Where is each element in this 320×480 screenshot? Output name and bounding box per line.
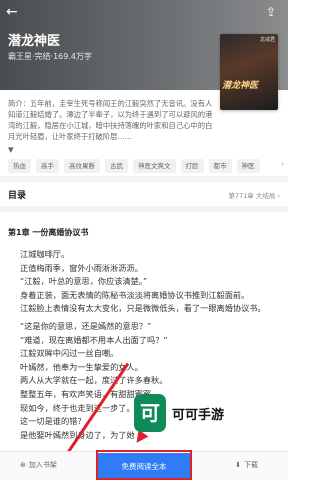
content-line: 两人从大学就在一起，度过了许多春秋。: [20, 375, 168, 386]
content-line: 江毅脸上表情没有太大变化，只是微微低头，看了一眼离婚协议书。: [20, 303, 266, 314]
section-divider: [0, 176, 288, 182]
cover-author: 龙咸君: [259, 37, 275, 43]
tags-more-icon[interactable]: ›: [281, 160, 284, 168]
download-icon: ⬇: [235, 461, 241, 469]
section-divider: [0, 206, 288, 212]
add-shelf-icon: ⊕: [20, 461, 26, 469]
catalog-latest-chapter[interactable]: 第771章 大结局 ›: [228, 190, 280, 200]
back-arrow-icon[interactable]: ←: [6, 4, 22, 20]
content-line: “难道，现在离婚都不用本人出面了吗？”: [20, 334, 168, 345]
expand-intro-icon[interactable]: ▼: [8, 145, 14, 154]
tag-item[interactable]: 神医文爽文: [133, 159, 176, 173]
tag-item[interactable]: 高纹果断: [64, 159, 100, 173]
tag-item[interactable]: 高手: [36, 159, 59, 173]
download-label: 下载: [244, 461, 258, 469]
highlight-box: [96, 450, 192, 480]
add-to-shelf-button[interactable]: ⊕ 加入书架: [20, 460, 57, 470]
book-title: 潜龙神医: [8, 34, 61, 49]
tag-item[interactable]: 古武: [105, 159, 128, 173]
book-intro: 简介：五年前，圭宰生死号称阎王的江毅突然了无音讯。没有人知道江毅结婚了。潭边了半…: [8, 99, 213, 141]
chapter-title: 第1章 一份离婚协议书: [8, 228, 89, 237]
content-line: 叶嫣然，他奉为一生挚爱的女人。: [20, 361, 143, 372]
share-icon[interactable]: ⇪: [266, 4, 282, 20]
add-shelf-label: 加入书架: [28, 461, 57, 469]
book-cover-image[interactable]: 龙咸君 潜龙神医: [220, 34, 278, 110]
content-line: 正值梅雨季，窗外小雨淅淅沥沥。: [20, 262, 143, 273]
cover-title: 潜龙神医: [222, 81, 259, 91]
watermark: 可 可可手游: [134, 394, 284, 434]
download-button[interactable]: ⬇ 下载: [235, 460, 258, 470]
tag-item[interactable]: 神医: [236, 159, 260, 173]
watermark-logo-icon: 可: [134, 394, 166, 432]
catalog-title: 目录: [8, 191, 27, 201]
tag-item[interactable]: 打脸: [180, 159, 204, 173]
tag-item[interactable]: 都市: [208, 159, 232, 173]
content-line: 身着正装，面无表情的陈秘书淡淡将离婚协议书推到江毅面前。: [20, 289, 250, 300]
content-line: “这是你的意思，还是嫣然的意思？”: [20, 320, 152, 331]
watermark-text: 可可手游: [172, 408, 225, 423]
book-header: ← ⇪ 潜龙神医 霸王星·完结·169.4万字 龙咸君 潜龙神医: [0, 0, 288, 110]
book-meta: 霸王星·完结·169.4万字: [8, 52, 92, 61]
content-line: 江毅双眸中闪过一丝自嘲。: [20, 348, 119, 359]
content-line: “江毅，叶总的意思，你应该清楚。”: [20, 276, 148, 287]
tag-item[interactable]: 热血: [8, 159, 31, 173]
content-line: 江城咖啡厅。: [20, 249, 70, 259]
tag-list: 热血 高手 高纹果断 古武 神医文爽文 打脸 都市 神医: [8, 159, 284, 173]
